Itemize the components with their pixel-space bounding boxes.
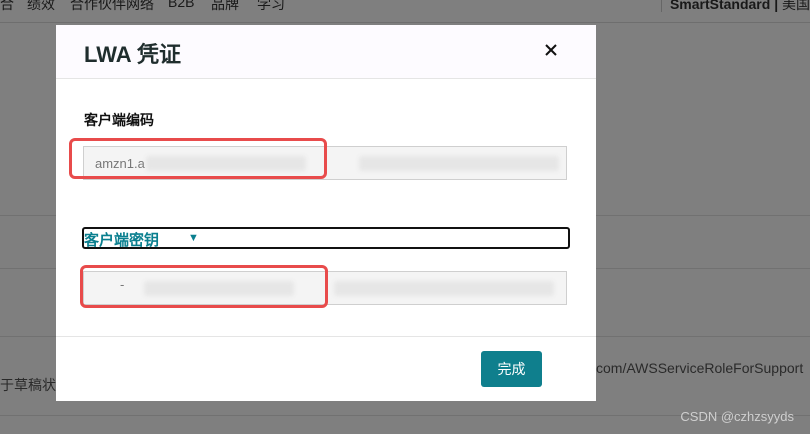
close-icon xyxy=(545,44,557,56)
close-button[interactable] xyxy=(540,39,562,61)
redacted-blur xyxy=(359,156,559,171)
client-id-field[interactable]: amzn1.a xyxy=(83,146,567,180)
modal-header: LWA 凭证 xyxy=(56,25,596,79)
watermark: CSDN @czhzsyyds xyxy=(680,409,794,424)
caret-down-icon: ▼ xyxy=(188,232,199,244)
lwa-credentials-modal: LWA 凭证 客户端编码 amzn1.a 客户端密钥 ▼ - 完成 xyxy=(56,25,596,401)
modal-footer-divider xyxy=(56,336,596,337)
client-secret-toggle[interactable]: 客户端密钥 ▼ xyxy=(82,227,570,249)
client-secret-label: 客户端密钥 xyxy=(84,232,160,249)
client-secret-value: - xyxy=(120,277,125,292)
redacted-blur xyxy=(144,281,294,296)
client-id-value: amzn1.a xyxy=(95,156,145,171)
client-id-label: 客户端编码 xyxy=(84,112,154,128)
redacted-blur xyxy=(334,281,554,296)
redacted-blur xyxy=(146,156,306,171)
modal-title: LWA 凭证 xyxy=(84,42,181,67)
client-secret-field[interactable]: - xyxy=(83,271,567,305)
done-button[interactable]: 完成 xyxy=(481,351,542,387)
